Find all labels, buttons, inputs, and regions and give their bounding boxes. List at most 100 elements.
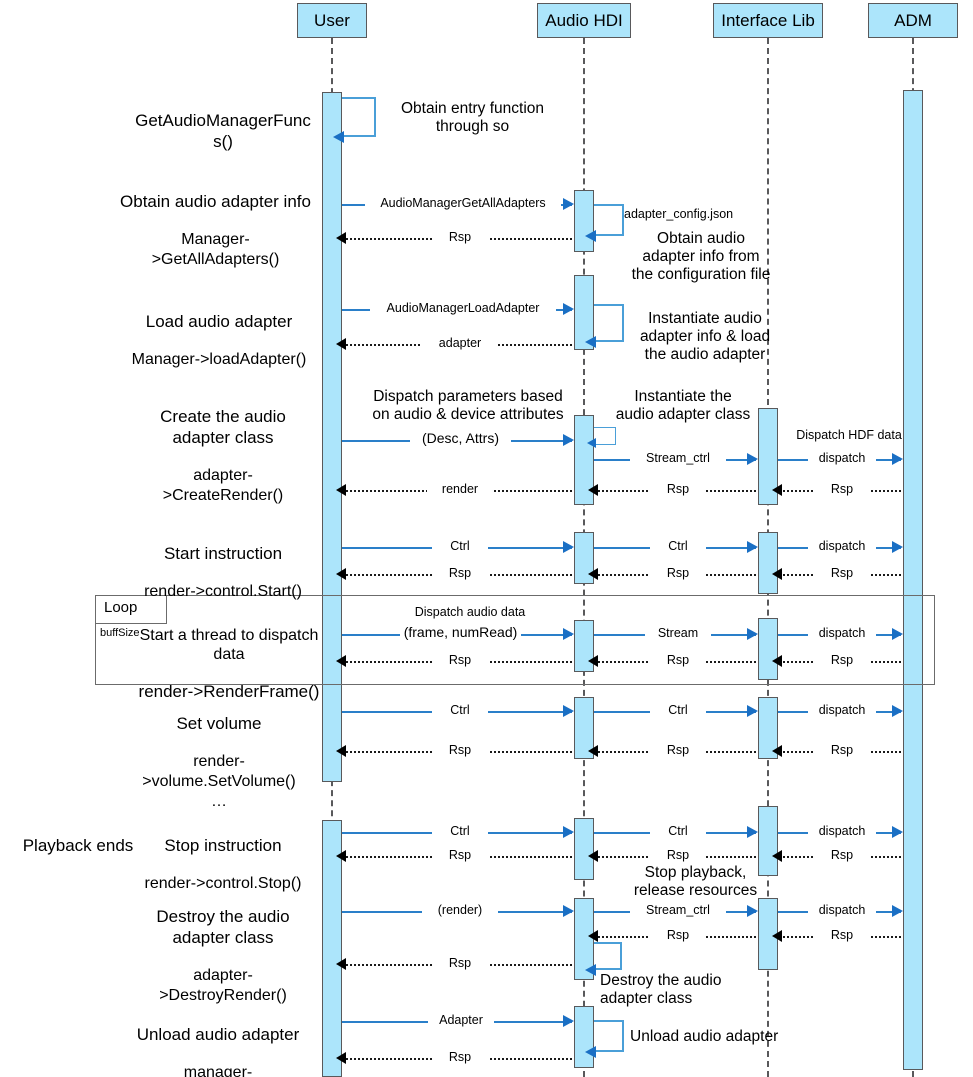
- activation-hdi-9: [574, 1006, 594, 1068]
- message-arrow-dispatch-1: [892, 453, 903, 465]
- caption-title: GetAudioManagerFunc s(): [135, 111, 311, 151]
- lifeline-head-adm[interactable]: ADM: [868, 3, 958, 38]
- lifeline-head-user[interactable]: User: [297, 3, 367, 38]
- message-arrow-rsp-destroy-3: [772, 930, 782, 942]
- message-label: Stream: [645, 627, 711, 640]
- message-arrow-render-arg: [563, 905, 574, 917]
- caption-sub: adapter- >CreateRender(): [162, 467, 284, 504]
- note-instantiate-adapter-class: Instantiate the audio adapter class: [615, 388, 751, 423]
- message-arrow-get-all-adapters: [563, 198, 574, 210]
- message-arrow-rsp-stop-1: [336, 850, 346, 862]
- message-label: dispatch: [808, 825, 876, 838]
- caption-destroy-render: Destroy the audio adapter class adapter-…: [128, 888, 318, 1024]
- message-label: Rsp: [432, 231, 488, 244]
- message-label: dispatch: [808, 704, 876, 717]
- message-label: Ctrl: [650, 825, 706, 838]
- message-label: dispatch: [808, 452, 876, 465]
- caption-sub: render->control.Start(): [144, 583, 302, 600]
- message-arrow-dispatch-vol: [892, 705, 903, 717]
- caption-unload-adapter: Unload audio adapter manager- >UnloadAda…: [118, 1006, 318, 1077]
- lifeline-label-interface-lib: Interface Lib: [721, 11, 815, 30]
- note-destroy-adapter-class: Destroy the audio adapter class: [600, 972, 722, 1007]
- message-arrow-rsp-stop-3: [772, 850, 782, 862]
- message-label: Ctrl: [432, 704, 488, 717]
- message-arrow-rsp-frame-2: [588, 655, 598, 667]
- message-arrow-rsp-vol-3: [772, 745, 782, 757]
- lifeline-label-adm: ADM: [894, 11, 932, 30]
- message-arrow-rsp-destroy-2: [588, 930, 598, 942]
- message-label: Rsp: [814, 849, 870, 862]
- note-adapter-config-json: adapter_config.json: [624, 207, 734, 221]
- caption-get-all-adapters: Obtain audio adapter info Manager- >GetA…: [113, 173, 318, 288]
- message-arrow-adapter-return: [336, 338, 346, 350]
- caption-load-adapter: Load audio adapter Manager->loadAdapter(…: [120, 293, 318, 388]
- selfcall-hdi-instantiate: [594, 304, 624, 342]
- message-arrow-rsp-3: [772, 484, 782, 496]
- activation-iflib-2: [758, 532, 778, 594]
- note-unload-audio-adapter: Unload audio adapter: [630, 1028, 779, 1045]
- message-arrow-rsp-start-1: [336, 568, 346, 580]
- message-label: Rsp: [650, 744, 706, 757]
- lifeline-head-interface-lib[interactable]: Interface Lib: [713, 3, 823, 38]
- caption-start: Start instruction render->control.Start(…: [128, 525, 318, 620]
- lifeline-head-audio-hdi[interactable]: Audio HDI: [537, 3, 631, 38]
- message-label: Stream_ctrl: [630, 452, 726, 465]
- message-label: Ctrl: [650, 704, 706, 717]
- message-label: Rsp: [814, 483, 870, 496]
- message-arrow-stream-ctrl-1: [747, 453, 758, 465]
- message-arrow-frame: [563, 628, 574, 640]
- message-label: AudioManagerLoadAdapter: [370, 302, 556, 315]
- message-arrow-ctrl-start-1: [563, 541, 574, 553]
- caption-playback-ends: Playback ends: [8, 817, 148, 874]
- playback-ends-label: Playback ends: [22, 836, 134, 855]
- message-label: Rsp: [650, 929, 706, 942]
- message-arrow-ctrl-vol-1: [563, 705, 574, 717]
- caption-sub: Manager->loadAdapter(): [131, 351, 307, 368]
- message-label: dispatch: [808, 540, 876, 553]
- selfcall-user-get-funcs: [342, 97, 376, 137]
- message-label: Rsp: [650, 567, 706, 580]
- note-stop-playback: Stop playback, release resources: [633, 864, 758, 899]
- caption-title: Unload audio adapter: [136, 1025, 300, 1044]
- message-arrow-ctrl-vol-2: [747, 705, 758, 717]
- caption-sub: render- >volume.SetVolume() …: [142, 753, 296, 810]
- message-label: dispatch: [808, 904, 876, 917]
- caption-sub: adapter- >DestroyRender(): [159, 967, 287, 1004]
- message-arrow-dispatch-frame: [892, 628, 903, 640]
- note-instantiate-and-load: Instantiate audio adapter info & load th…: [639, 310, 771, 363]
- message-arrow-dispatch-stop: [892, 826, 903, 838]
- message-label: (Desc, Attrs): [410, 431, 511, 445]
- message-label: Ctrl: [432, 540, 488, 553]
- message-label: AudioManagerGetAllAdapters: [365, 197, 561, 210]
- loop-fragment-guard: buffSize: [100, 627, 140, 639]
- message-arrow-rsp-vol-2: [588, 745, 598, 757]
- caption-title: Stop instruction: [164, 836, 282, 855]
- caption-title: Obtain audio adapter info: [120, 192, 311, 211]
- message-label: Rsp: [814, 744, 870, 757]
- caption-title: Start a thread to dispatch data: [139, 627, 319, 663]
- selfcall-arrow-hdi-unload: [585, 1046, 596, 1058]
- message-label: adapter: [422, 337, 498, 350]
- message-label: Rsp: [814, 929, 870, 942]
- activation-hdi-1: [574, 190, 594, 252]
- message-arrow-rsp-start-2: [588, 568, 598, 580]
- message-arrow-render-return: [336, 484, 346, 496]
- selfcall-hdi-destroy: [594, 942, 622, 970]
- message-arrow-rsp-2: [588, 484, 598, 496]
- message-label: Adapter: [428, 1014, 494, 1027]
- message-label: Rsp: [432, 957, 488, 970]
- selfcall-hdi-class: [594, 427, 616, 445]
- message-arrow-stream: [747, 628, 758, 640]
- message-label: render: [427, 483, 493, 496]
- message-label: Rsp: [432, 1051, 488, 1064]
- message-arrow-rsp-destroy-1: [336, 958, 346, 970]
- note-entry-function: Obtain entry function through so: [400, 100, 545, 135]
- message-label: Stream_ctrl: [630, 904, 726, 917]
- message-arrow-stream-ctrl-2: [747, 905, 758, 917]
- message-arrow-ctrl-start-2: [747, 541, 758, 553]
- note-dispatch-hdf-data: Dispatch HDF data: [796, 428, 902, 442]
- caption-title: Destroy the audio adapter class: [156, 907, 290, 947]
- note-dispatch-audio-data: Dispatch audio data: [414, 605, 526, 619]
- lifeline-label-user: User: [314, 11, 350, 30]
- message-arrow-dispatch-destroy: [892, 905, 903, 917]
